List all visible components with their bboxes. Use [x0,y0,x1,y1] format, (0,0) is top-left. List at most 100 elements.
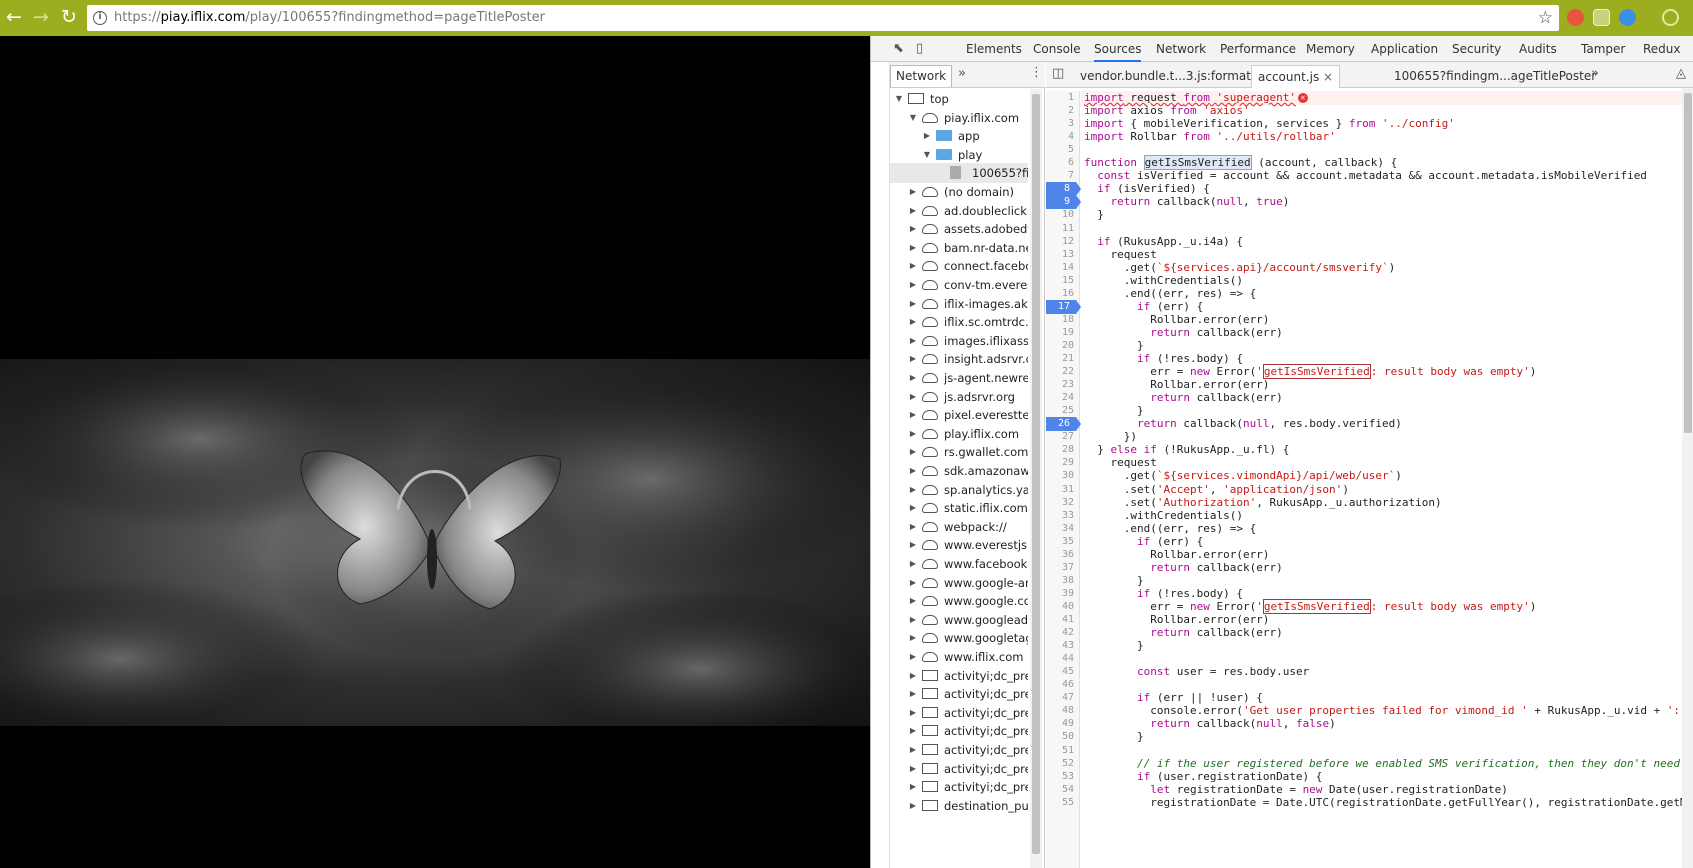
collapsed-triangle-icon[interactable]: ▶ [908,721,918,741]
code-area[interactable]: 1 2 3 4 5 6 7 8 9 10 11 12 13 14 15 16 17 18 19 20 21 22 23 24 2… [1046,91,1693,868]
line-number[interactable]: 23 [1046,378,1080,392]
tab-application[interactable]: Application [1371,36,1438,62]
tab-console[interactable]: Console [1033,36,1081,62]
collapsed-triangle-icon[interactable]: ▶ [908,517,918,537]
editor-tab-page-source[interactable]: 100655?findingm...ageTitlePoster [1388,65,1602,88]
editor-scrollbar[interactable] [1682,88,1693,868]
tree-item[interactable]: ▶ sp.analytics.yaho [890,480,1028,500]
line-number[interactable]: 2 [1046,104,1080,118]
line-number[interactable]: 51 [1046,744,1080,758]
collapsed-triangle-icon[interactable]: ▶ [908,498,918,518]
line-number[interactable]: 13 [1046,248,1080,262]
tab-security[interactable]: Security [1452,36,1501,62]
collapsed-triangle-icon[interactable]: ▶ [908,480,918,500]
device-toolbar-icon[interactable]: ▯ [916,41,932,56]
collapsed-triangle-icon[interactable]: ▶ [908,368,918,388]
tree-item[interactable]: ▶ webpack:// [890,517,1028,537]
line-number[interactable]: 52 [1046,757,1080,771]
line-number[interactable]: 5 [1046,143,1080,157]
close-tab-icon[interactable]: × [1323,70,1333,84]
tree-item[interactable]: ▶ www.google.co.i [890,591,1028,611]
line-number[interactable]: 20 [1046,339,1080,353]
line-number[interactable]: 6 [1046,156,1080,170]
tree-item[interactable]: ▶ connect.faceboo [890,256,1028,276]
line-number[interactable]: 28 [1046,443,1080,457]
toggle-navigator-icon[interactable]: ◫ [1052,66,1064,81]
line-number[interactable]: 3 [1046,117,1080,131]
collapsed-triangle-icon[interactable]: ▶ [908,405,918,425]
bookmark-star-icon[interactable]: ☆ [1538,5,1553,31]
collapsed-triangle-icon[interactable]: ▶ [908,647,918,667]
collapsed-triangle-icon[interactable]: ▶ [922,126,932,146]
navigator-scrollbar[interactable] [1030,89,1042,868]
tab-elements[interactable]: Elements [966,36,1022,62]
tree-item[interactable]: ▶ ad.doubleclick.ne [890,201,1028,221]
tree-item[interactable]: ▶ js-agent.newrelic [890,368,1028,388]
collapsed-triangle-icon[interactable]: ▶ [908,238,918,258]
tab-memory[interactable]: Memory [1306,36,1355,62]
tree-item[interactable]: ▶ rs.gwallet.com [890,442,1028,462]
back-icon[interactable]: ← [3,6,25,28]
line-number[interactable]: 35 [1046,535,1080,549]
collapsed-triangle-icon[interactable]: ▶ [908,312,918,332]
extension-cloud-icon[interactable] [1619,9,1636,26]
breakpoint-line-number[interactable]: 26 [1046,417,1081,432]
line-number[interactable]: 43 [1046,639,1080,653]
tree-item[interactable]: ▶ activityi;dc_pre= [890,777,1028,797]
more-tabs-chevron-icon[interactable]: » [958,66,966,81]
site-info-icon[interactable]: i [93,11,107,25]
expanded-triangle-icon[interactable]: ▼ [922,145,932,165]
tree-item[interactable]: ▶ iflix.sc.omtrdc.ne [890,312,1028,332]
line-number[interactable]: 54 [1046,783,1080,797]
expanded-triangle-icon[interactable]: ▼ [894,89,904,109]
tree-item[interactable]: ▶ (no domain) [890,182,1028,202]
line-number[interactable]: 38 [1046,574,1080,588]
breakpoint-line-number[interactable]: 17 [1046,299,1081,314]
line-number[interactable]: 12 [1046,235,1080,249]
tree-item[interactable]: ▶ conv-tm.everestt [890,275,1028,295]
line-number[interactable]: 53 [1046,770,1080,784]
tab-audits[interactable]: Audits [1519,36,1557,62]
tree-item[interactable]: ▶ pixel.everesttech [890,405,1028,425]
tree-item[interactable]: ▶ destination_publ [890,796,1028,816]
collapsed-triangle-icon[interactable]: ▶ [908,759,918,779]
tree-item[interactable]: ▶ images.iflixassets [890,331,1028,351]
tree-item[interactable]: ▶ insight.adsrvr.org [890,349,1028,369]
toggle-debugger-icon[interactable]: ◬ [1676,66,1686,81]
tab-sources[interactable]: Sources [1094,36,1142,62]
collapsed-triangle-icon[interactable]: ▶ [908,554,918,574]
collapsed-triangle-icon[interactable]: ▶ [908,331,918,351]
line-number[interactable]: 29 [1046,456,1080,470]
line-number[interactable]: 55 [1046,796,1080,810]
extension-red-icon[interactable] [1567,9,1584,26]
tree-item[interactable]: ▼ top [890,89,1028,109]
reload-icon[interactable]: ↻ [58,6,80,28]
line-number[interactable]: 18 [1046,313,1080,327]
line-number[interactable]: 33 [1046,509,1080,523]
line-number[interactable]: 32 [1046,496,1080,510]
line-number[interactable]: 24 [1046,391,1080,405]
tab-performance[interactable]: Performance [1220,36,1296,62]
tree-item[interactable]: ▶ www.facebook.co [890,554,1028,574]
line-number[interactable]: 47 [1046,691,1080,705]
line-number[interactable]: 34 [1046,522,1080,536]
line-number[interactable]: 4 [1046,130,1080,144]
tree-item[interactable]: ▶ www.googleadse [890,610,1028,630]
collapsed-triangle-icon[interactable]: ▶ [908,610,918,630]
line-number[interactable]: 22 [1046,365,1080,379]
extension-gear-icon[interactable] [1662,9,1679,26]
tree-item[interactable]: ▶ activityi;dc_pre= [890,721,1028,741]
tree-item[interactable]: 100655?find [890,163,1028,184]
tree-item[interactable]: ▼ play [890,145,1028,165]
extension-grid-icon[interactable] [1593,9,1610,26]
collapsed-triangle-icon[interactable]: ▶ [908,703,918,723]
collapsed-triangle-icon[interactable]: ▶ [908,740,918,760]
line-number[interactable]: 1 [1046,91,1080,105]
breakpoint-line-number[interactable]: 8 [1046,182,1081,197]
tab-network[interactable]: Network [1156,36,1206,62]
expanded-triangle-icon[interactable]: ▼ [908,108,918,128]
line-number[interactable]: 41 [1046,613,1080,627]
tree-item[interactable]: ▶ activityi;dc_pre= [890,703,1028,723]
collapsed-triangle-icon[interactable]: ▶ [908,256,918,276]
line-number[interactable]: 31 [1046,483,1080,497]
